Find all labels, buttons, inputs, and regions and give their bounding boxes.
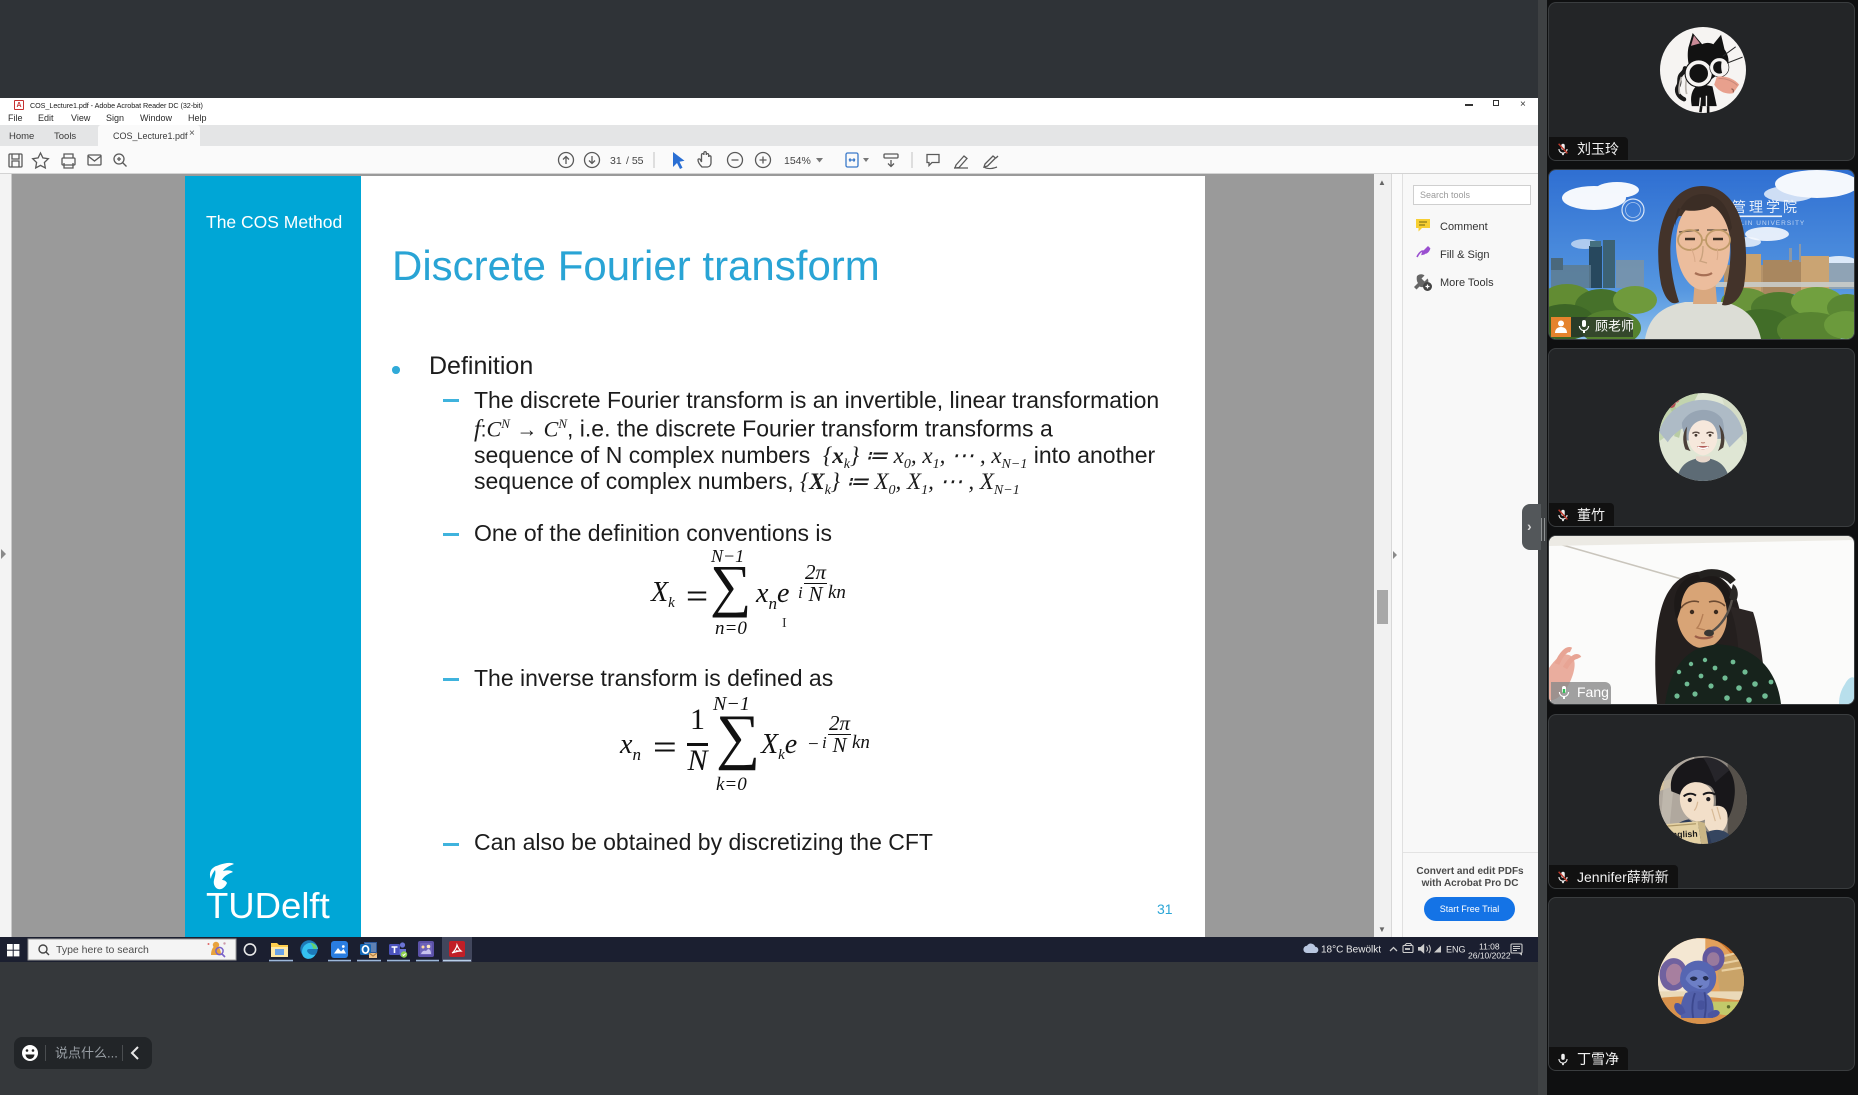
svg-text:Type here to search: Type here to search	[56, 944, 149, 956]
svg-text:ENG: ENG	[1446, 945, 1466, 955]
svg-text:管理学院: 管理学院	[1732, 199, 1800, 215]
svg-text:XLIN UNIVERSITY: XLIN UNIVERSITY	[1735, 220, 1805, 227]
svg-text:18°C: 18°C	[1321, 945, 1343, 956]
svg-text:Fill & Sign: Fill & Sign	[1440, 249, 1490, 261]
svg-text:顾老师: 顾老师	[1595, 319, 1634, 334]
svg-text:154%: 154%	[784, 155, 811, 167]
svg-text:26/10/2022: 26/10/2022	[1468, 951, 1511, 961]
svg-text:Bewölkt: Bewölkt	[1346, 945, 1381, 956]
svg-text:English: English	[1666, 829, 1698, 840]
svg-text:31: 31	[610, 155, 622, 167]
svg-text:Comment: Comment	[1440, 221, 1488, 233]
svg-text:TUDelft: TUDelft	[206, 885, 330, 922]
svg-text:/ 55: / 55	[626, 155, 644, 167]
svg-text:说点什么...: 说点什么...	[55, 1046, 118, 1061]
svg-text:More Tools: More Tools	[1440, 277, 1494, 289]
svg-text:Fang: Fang	[1577, 684, 1609, 700]
